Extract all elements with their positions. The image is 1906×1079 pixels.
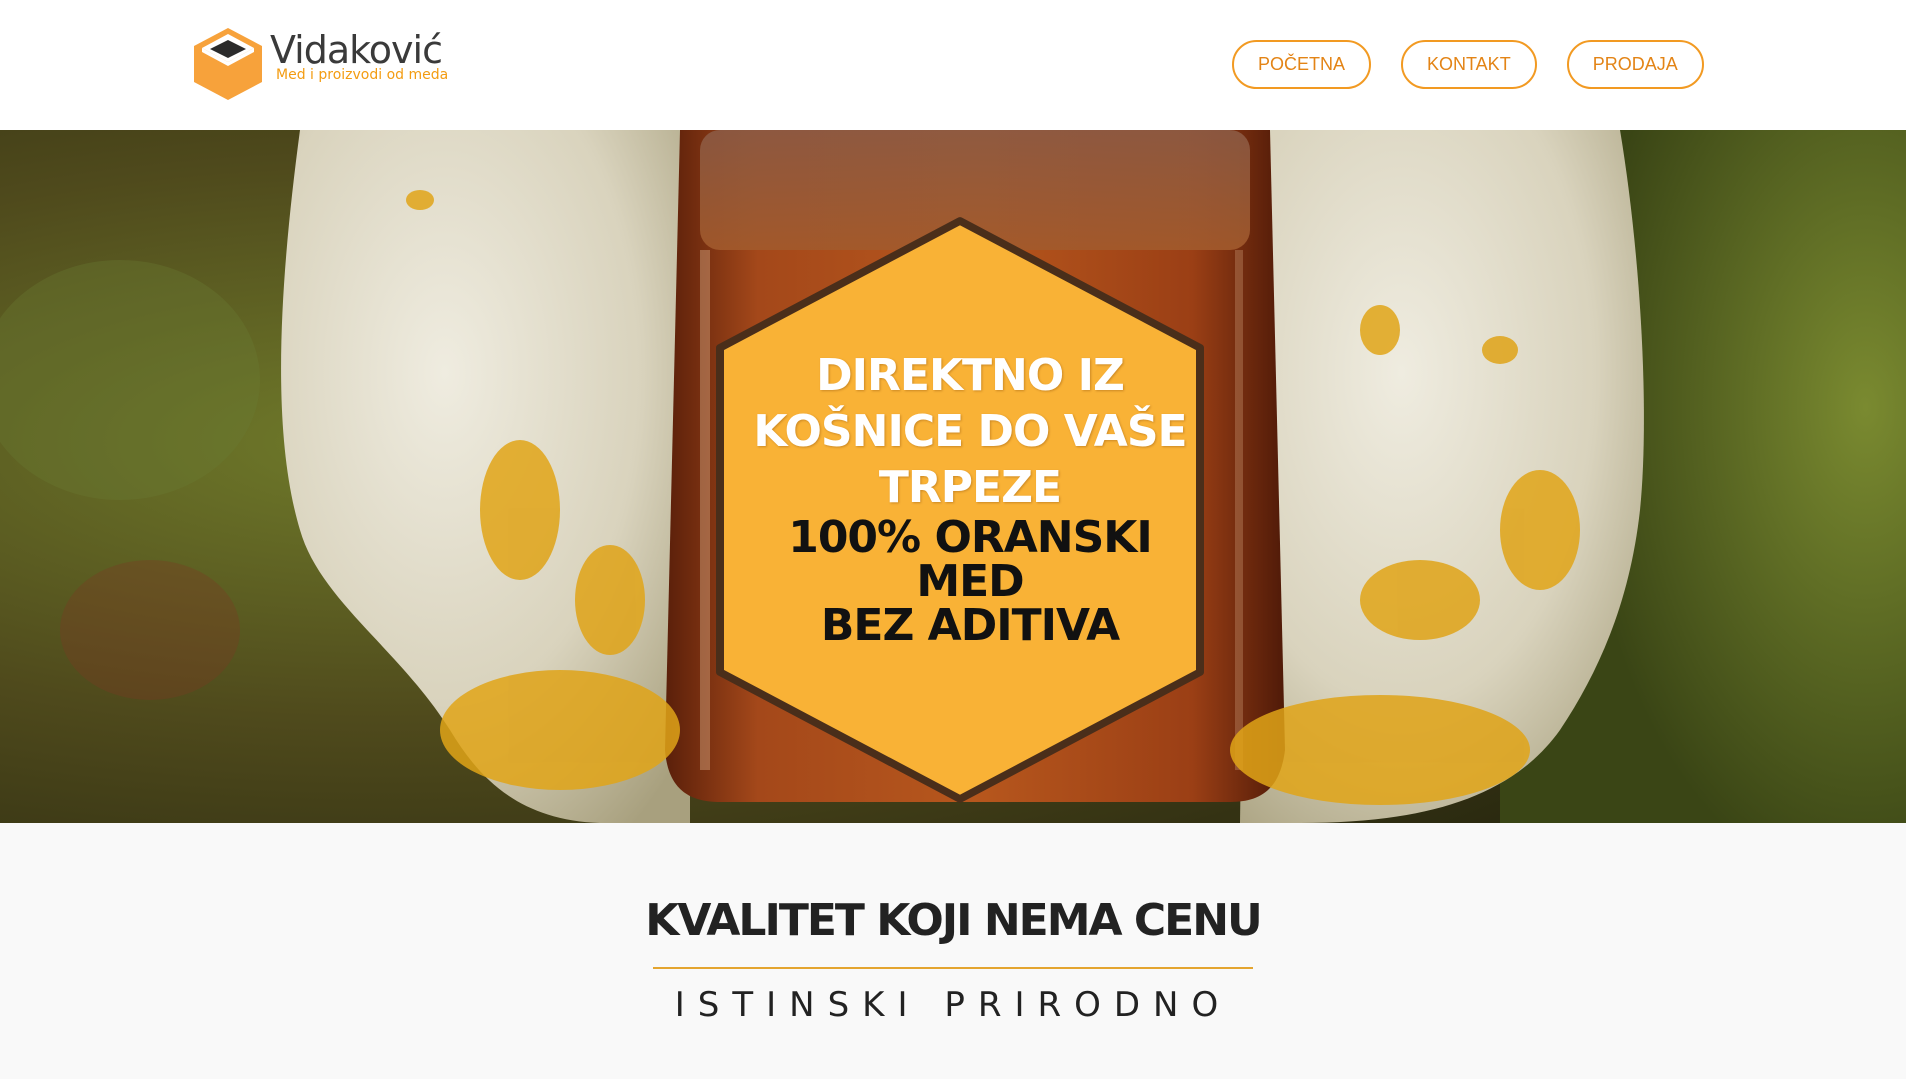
intro-section: KVALITET KOJI NEMA CENU ISTINSKI PRIRODN… (0, 823, 1906, 1079)
site-header: Vidaković Med i proizvodi od meda POČETN… (0, 0, 1906, 130)
badge-line-2: KOŠNICE DO VAŠE (753, 406, 1187, 457)
intro-title: KVALITET KOJI NEMA CENU (645, 895, 1263, 946)
page: Vidaković Med i proizvodi od meda POČETN… (0, 0, 1906, 1079)
logo-tagline: Med i proizvodi od meda (276, 67, 449, 83)
badge-line-1: DIREKTNO IZ (816, 350, 1125, 401)
hero-badge: DIREKTNO IZ KOŠNICE DO VAŠE TRPEZE 100% … (730, 235, 1210, 780)
hero-banner: DIREKTNO IZ KOŠNICE DO VAŠE TRPEZE 100% … (0, 130, 1906, 823)
badge-line-6: BEZ ADITIVA (820, 600, 1120, 651)
intro-divider (653, 967, 1253, 969)
hero-badge-text: DIREKTNO IZ KOŠNICE DO VAŠE TRPEZE 100% … (730, 235, 1210, 780)
logo-name: Vidaković (270, 28, 443, 72)
nav-pocetna-button[interactable]: POČETNA (1232, 40, 1372, 89)
intro-subtitle: ISTINSKI PRIRODNO (674, 985, 1232, 1025)
main-nav: POČETNA KONTAKT PRODAJA (1232, 40, 1704, 89)
badge-line-5: MED (916, 556, 1024, 607)
badge-line-3: TRPEZE (878, 462, 1062, 513)
logo[interactable]: Vidaković Med i proizvodi od meda (190, 26, 450, 102)
nav-kontakt-button[interactable]: KONTAKT (1401, 40, 1537, 89)
logo-cube-icon (194, 28, 262, 100)
badge-line-4: 100% ORANSKI (788, 512, 1153, 563)
nav-prodaja-button[interactable]: PRODAJA (1566, 40, 1704, 89)
